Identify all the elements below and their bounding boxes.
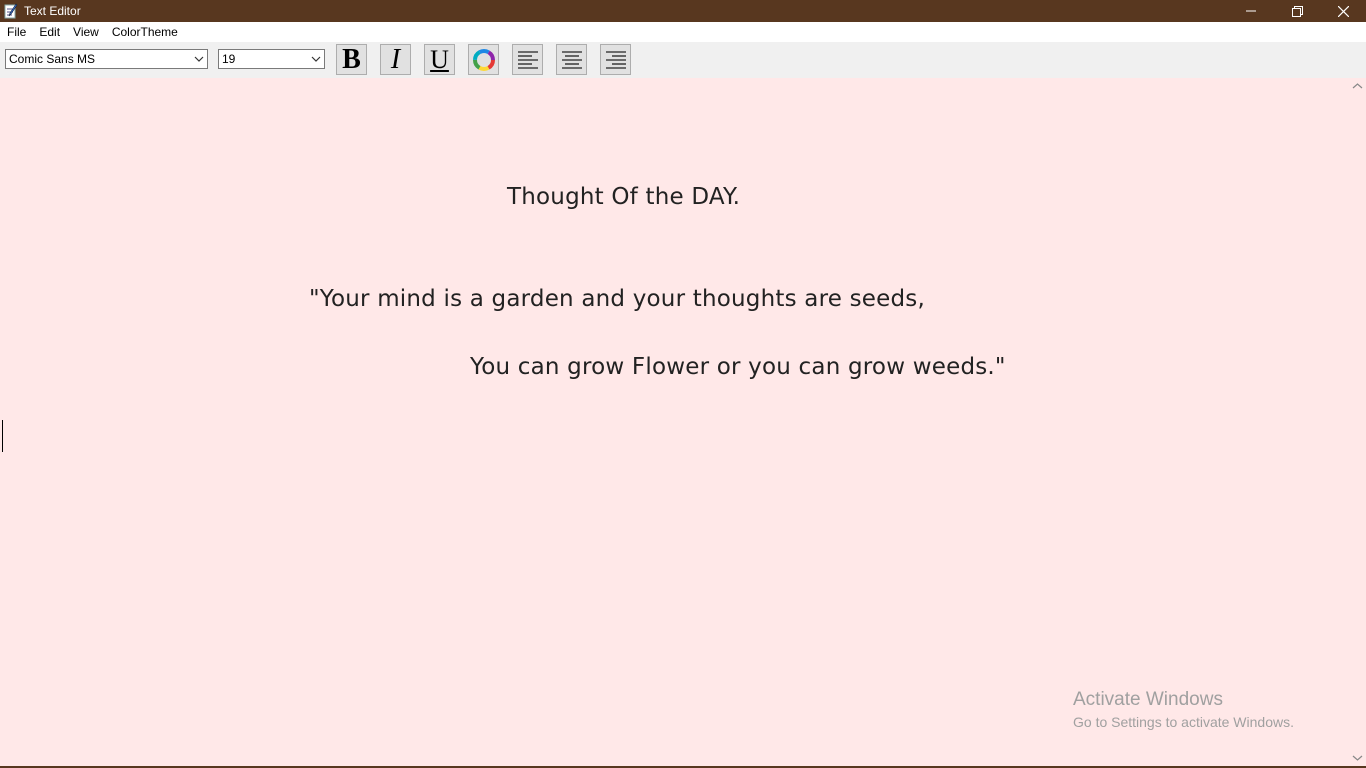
font-family-value: Comic Sans MS: [9, 52, 96, 66]
menu-view[interactable]: View: [66, 22, 105, 42]
align-left-icon: [517, 50, 538, 69]
chevron-down-icon: [194, 56, 204, 62]
minimize-icon: [1246, 10, 1256, 12]
scroll-up-icon[interactable]: [1352, 82, 1363, 90]
menu-file[interactable]: File: [0, 22, 32, 42]
text-editor-window: Text Editor File Edit View ColorTheme Co…: [0, 0, 1366, 768]
font-family-select[interactable]: Comic Sans MS: [5, 49, 208, 69]
menu-edit[interactable]: Edit: [32, 22, 66, 42]
close-button[interactable]: [1320, 0, 1366, 22]
align-right-icon: [605, 50, 626, 69]
window-controls: [1228, 0, 1366, 22]
underline-button[interactable]: U: [424, 44, 455, 75]
minimize-button[interactable]: [1228, 0, 1274, 22]
restore-icon: [1291, 5, 1303, 17]
vertical-scrollbar[interactable]: [1349, 78, 1366, 766]
text-caret: [2, 420, 3, 452]
text-area[interactable]: Thought Of the DAY. "Your mind is a gard…: [0, 78, 1349, 766]
activation-watermark-title: Activate Windows: [1073, 689, 1223, 710]
bold-button[interactable]: B: [336, 44, 367, 75]
scroll-down-icon[interactable]: [1352, 754, 1363, 762]
toolbar: Comic Sans MS 19 B I U: [0, 42, 1366, 78]
chevron-down-icon: [311, 56, 321, 62]
text-line-quote-1: "Your mind is a garden and your thoughts…: [309, 286, 925, 312]
text-line-heading: Thought Of the DAY.: [507, 184, 741, 210]
align-right-button[interactable]: [600, 44, 631, 75]
menu-bar: File Edit View ColorTheme: [0, 22, 1366, 42]
text-line-quote-2: You can grow Flower or you can grow weed…: [470, 354, 1006, 380]
align-center-button[interactable]: [556, 44, 587, 75]
menu-colortheme[interactable]: ColorTheme: [105, 22, 184, 42]
font-size-select[interactable]: 19: [218, 49, 325, 69]
italic-button[interactable]: I: [380, 44, 411, 75]
align-left-button[interactable]: [512, 44, 543, 75]
bold-icon: B: [342, 43, 361, 75]
activation-watermark-subtitle: Go to Settings to activate Windows.: [1073, 714, 1294, 730]
underline-icon: U: [430, 44, 449, 74]
restore-button[interactable]: [1274, 0, 1320, 22]
window-title: Text Editor: [24, 4, 81, 18]
close-icon: [1337, 5, 1349, 17]
font-size-value: 19: [222, 52, 236, 66]
notepad-pen-icon: [3, 3, 19, 19]
italic-icon: I: [390, 43, 401, 75]
title-bar: Text Editor: [0, 0, 1366, 22]
color-button[interactable]: [468, 44, 499, 75]
color-wheel-icon: [472, 48, 495, 71]
align-center-icon: [561, 50, 582, 69]
